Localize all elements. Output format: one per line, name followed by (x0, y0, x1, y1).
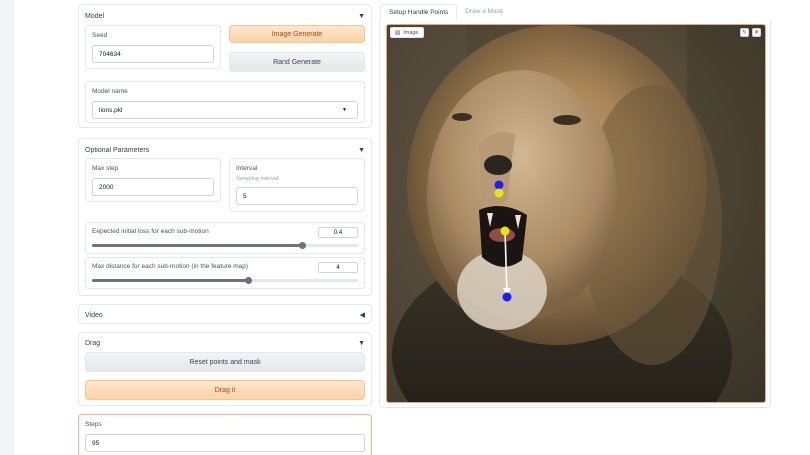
loss-slider-fill (92, 244, 303, 247)
reset-points-button[interactable]: Reset points and mask (85, 352, 365, 372)
target-point-1[interactable] (494, 188, 504, 198)
seed-label: Seed (92, 32, 108, 39)
interval-input[interactable]: 5 (236, 187, 358, 205)
tab-setup-handle-points[interactable]: Setup Handle Points (380, 4, 458, 20)
optional-parameters-title: Optional Parameters (85, 146, 150, 154)
max-step-box: Max step 2000 (85, 158, 221, 202)
target-point-2[interactable] (500, 226, 510, 236)
max-step-label: Max step (92, 165, 119, 172)
close-icon[interactable]: ✕ (752, 28, 761, 37)
video-panel[interactable]: Video ◀ (78, 304, 372, 324)
tab-bar: Setup Handle Points Draw a Mask (380, 4, 511, 20)
steps-label: Steps (85, 421, 102, 428)
image-badge-label: Image (403, 29, 419, 36)
interval-box: Interval Sampling interval 5 (229, 158, 365, 212)
video-panel-title: Video (85, 311, 103, 319)
handle-point-1[interactable] (494, 180, 504, 190)
loss-slider-box: Eepected initial loss for each sub-motio… (85, 222, 365, 254)
distance-slider-box: Max distance for each sub-motion (in the… (85, 257, 365, 289)
distance-slider-fill (92, 279, 249, 282)
distance-slider-track[interactable] (92, 277, 358, 284)
loss-number-input[interactable]: 0.4 (318, 227, 358, 238)
pencil-icon[interactable]: ✎ (740, 28, 749, 37)
triangle-left-icon[interactable]: ◀ (360, 311, 365, 319)
triangle-down-icon[interactable]: ▼ (358, 340, 365, 347)
drag-panel-title: Drag (85, 339, 101, 347)
optional-parameters-panel: Optional Parameters ▼ Max step 2000 Inte… (78, 138, 372, 296)
model-name-label: Model name (92, 88, 128, 95)
loss-slider-track[interactable] (92, 242, 358, 249)
distance-slider-thumb[interactable] (245, 277, 253, 284)
seed-input[interactable]: 704634 (92, 45, 214, 63)
seed-box: Seed 704634 (85, 25, 221, 69)
image-canvas[interactable]: ▧ Image ✎ ✕ (386, 24, 766, 403)
steps-panel: Steps 95 (78, 414, 372, 455)
model-panel-header[interactable]: Model ▼ (85, 5, 365, 27)
left-gutter (0, 0, 14, 455)
model-name-value: lions.pkl (99, 106, 123, 114)
lion-image[interactable] (387, 25, 766, 403)
loss-slider-thumb[interactable] (298, 242, 306, 249)
interval-label: Interval (236, 165, 258, 172)
image-icon: ▧ (395, 29, 401, 36)
video-panel-header[interactable]: Video ◀ (85, 305, 365, 325)
handle-point-2[interactable] (502, 292, 512, 302)
right-gutter (772, 0, 810, 455)
model-panel: Model ▼ Seed 704634 Image Generate Rand … (78, 4, 372, 128)
drag-panel-header[interactable]: Drag ▼ (85, 333, 365, 353)
rand-generate-button[interactable]: Rand Generate (229, 52, 365, 72)
steps-input[interactable]: 95 (85, 434, 365, 452)
model-name-box: Model name lions.pkl ▼ (85, 81, 365, 123)
image-generate-button[interactable]: Image Generate (229, 25, 365, 43)
image-badge: ▧ Image (390, 27, 424, 38)
tab-draw-a-mask[interactable]: Draw a Mask (457, 4, 511, 20)
model-panel-title: Model (85, 12, 105, 20)
max-step-input[interactable]: 2000 (92, 178, 214, 196)
triangle-down-icon[interactable]: ▼ (358, 147, 365, 154)
drag-it-button[interactable]: Drag it (85, 380, 365, 400)
distance-label: Max distance for each sub-motion (in the… (92, 263, 249, 270)
distance-number-input[interactable]: 4 (318, 262, 358, 273)
loss-label: Eepected initial loss for each sub-motio… (92, 228, 209, 235)
caret-down-icon: ▼ (342, 107, 347, 113)
triangle-down-icon[interactable]: ▼ (358, 13, 365, 20)
model-name-select[interactable]: lions.pkl ▼ (92, 101, 358, 119)
drag-panel: Drag ▼ Reset points and mask Drag it (78, 332, 372, 406)
interval-hint: Sampling interval (236, 176, 279, 182)
